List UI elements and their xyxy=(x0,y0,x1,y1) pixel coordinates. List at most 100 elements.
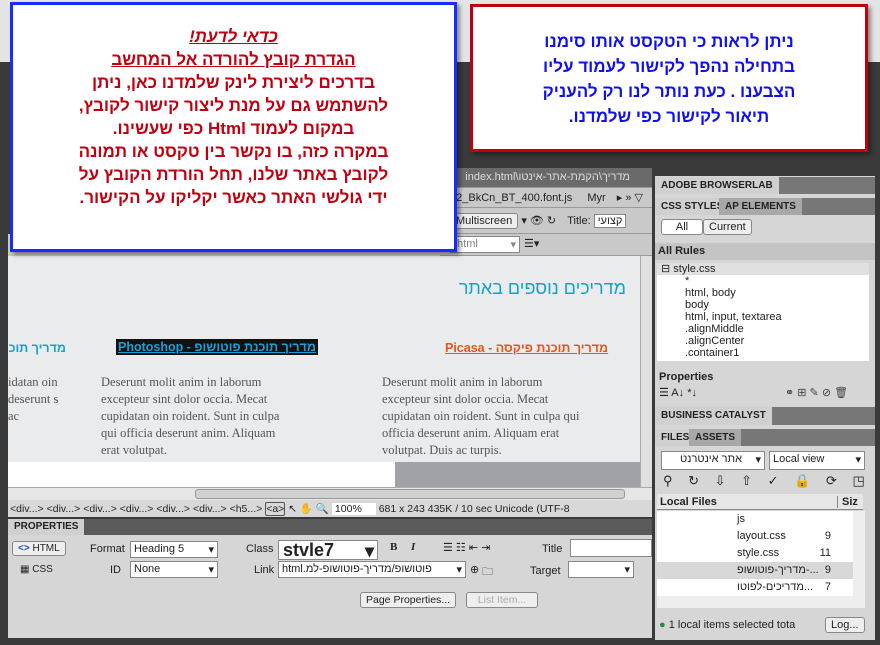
italic-button[interactable]: I xyxy=(411,541,415,553)
tag-selector-active[interactable]: <a> xyxy=(265,502,286,516)
design-view[interactable]: מדריכים נוספים באתר מדריך תוכנת פיקסה - … xyxy=(8,256,640,462)
paragraph: Deserunt molit anim in laborum excepteur… xyxy=(382,375,580,457)
rule-item[interactable]: .container1 xyxy=(657,347,869,359)
file-list[interactable]: js layout.css 9 style.css 11 מדריך-פוטושופ… xyxy=(657,511,853,596)
photoshop-link-selected[interactable]: מדריך תוכנת פוטושופ - Photoshop xyxy=(116,339,318,355)
vertical-scrollbar[interactable] xyxy=(640,256,652,487)
status-text: 1 local items selected tota xyxy=(668,619,796,631)
stylesheet-label: style.css xyxy=(673,263,716,275)
class-select[interactable]: stvle7 xyxy=(278,540,378,560)
rule-item[interactable]: body xyxy=(657,299,869,311)
document-tab[interactable]: מדריך\הקמת-אתר-אינטו\index.html xyxy=(440,168,652,188)
css-header: CSS STYLES AP ELEMENTS xyxy=(655,198,875,215)
properties-tab[interactable]: PROPERTIES xyxy=(8,519,85,535)
related-file[interactable]: 12_BkCn_BT_400.font.js xyxy=(450,192,572,204)
title-input[interactable]: קצועי xyxy=(593,214,627,228)
guide-link[interactable]: מדריך תוכנ xyxy=(8,341,66,355)
target-select[interactable] xyxy=(568,561,634,578)
format-select[interactable]: Heading 5 xyxy=(130,541,218,558)
html-button[interactable]: <> HTML xyxy=(12,541,66,556)
tag-selector[interactable]: <div...> xyxy=(47,503,81,515)
business-catalyst-header: BUSINESS CATALYST xyxy=(655,407,875,425)
site-select[interactable]: אתר אינטרנט xyxy=(661,451,765,470)
assets-tab[interactable]: ASSETS xyxy=(689,429,742,446)
tag-selector[interactable]: <div...> xyxy=(156,503,190,515)
sort-icons[interactable]: ☰ A↓ *↓ xyxy=(659,386,697,399)
files-status: ● 1 local items selected tota xyxy=(659,619,795,631)
explanation-line: הצבענו . כעת נותר לנו רק להעניק xyxy=(542,82,796,101)
file-row[interactable]: js xyxy=(657,511,853,528)
tag-selector[interactable]: <div...> xyxy=(120,503,154,515)
log-button[interactable]: Log... xyxy=(825,617,865,633)
stylesheet-node[interactable]: ⊟ style.css xyxy=(657,263,869,275)
tag-selector[interactable]: <div...> xyxy=(10,503,44,515)
multiscreen-button[interactable]: Multiscreen xyxy=(450,213,519,229)
horizontal-scrollbar[interactable] xyxy=(8,487,652,500)
tip-line: במקרה כזה, בו נקשר בין טקסט או תמונה xyxy=(78,142,389,161)
rule-action-icons[interactable]: ⚭ ⊞ ✎ ⊘ 🗑 xyxy=(785,386,848,399)
tag-selector[interactable]: <h5...> xyxy=(230,503,263,515)
window-size[interactable]: 681 x 243 xyxy=(379,503,425,515)
browse-folder-icon[interactable]: 🗀 xyxy=(482,563,493,582)
files-scrollbar[interactable] xyxy=(853,511,865,596)
explanation-line: בתחילה נהפך לקישור לעמוד עליו xyxy=(543,57,795,76)
all-rules-header: All Rules xyxy=(655,243,875,260)
file-size: 11 xyxy=(819,547,831,559)
rule-item[interactable]: html, body xyxy=(657,287,869,299)
file-row[interactable]: layout.css 9 xyxy=(657,528,853,545)
browserlab-header: ADOBE BROWSERLAB xyxy=(655,177,875,194)
file-name: style.css xyxy=(737,547,780,559)
tip-line: במקום לעמוד Html כפי שעשינו. xyxy=(112,119,355,138)
file-row[interactable]: style.css 11 xyxy=(657,545,853,562)
css-button[interactable]: ▦ CSS xyxy=(20,564,53,575)
zoom-select[interactable]: 100% xyxy=(331,503,376,515)
explanation-line: ניתן לראות כי הטקסט אותו סימנו xyxy=(544,32,794,51)
rules-tree[interactable]: ⊟ style.css * html, body body html, inpu… xyxy=(657,263,869,361)
options-icon[interactable]: ☰▾ xyxy=(524,237,539,250)
related-files-bar: 12_BkCn_BT_400.font.js Myr ▸ » ▽ xyxy=(440,188,652,208)
tip-line: ידי גולשי האתר כאשר יקליקו על הקישור. xyxy=(79,188,388,207)
local-files-header[interactable]: Local Files Siz xyxy=(657,494,863,510)
rule-item[interactable]: * xyxy=(657,275,869,287)
files-hscrollbar[interactable] xyxy=(657,596,865,608)
preview-icon[interactable]: ▾ 👁 ↻ xyxy=(521,215,556,227)
tip-line: להשתמש גם על מנת ליצור קישור לקובץ, xyxy=(78,96,389,115)
browserlab-tab[interactable]: ADOBE BROWSERLAB xyxy=(655,177,779,194)
file-select[interactable]: .html xyxy=(450,236,520,253)
file-size: 9 xyxy=(824,564,831,576)
bold-button[interactable]: B xyxy=(390,541,397,553)
link-field[interactable]: פוטושופ/מדריך-פוטושופ-למ.html xyxy=(278,561,466,578)
page-properties-button[interactable]: Page Properties... xyxy=(360,592,457,608)
picasa-link[interactable]: מדריך תוכנת פיקסה - Picasa xyxy=(445,341,608,355)
id-label: ID xyxy=(110,564,121,576)
list-indent-icons[interactable]: ☰ ☷ ⇤ ⇥ xyxy=(443,541,490,554)
tag-selector[interactable]: <div...> xyxy=(83,503,117,515)
point-to-file-icon[interactable]: ⊕ xyxy=(470,563,479,576)
explanation-line: תיאור לקישור כפי שלמדנו. xyxy=(568,107,770,126)
business-catalyst-tab[interactable]: BUSINESS CATALYST xyxy=(655,407,772,425)
file-row[interactable]: מדריכים-לפוטו... 7 xyxy=(657,579,853,596)
rule-item[interactable]: .alignCenter xyxy=(657,335,869,347)
rule-item[interactable]: .alignMiddle xyxy=(657,323,869,335)
current-button[interactable]: Current xyxy=(703,219,752,235)
size-column[interactable]: Siz xyxy=(837,496,858,508)
rule-item[interactable]: html, input, textarea xyxy=(657,311,869,323)
tip-subtitle: הגדרת קובץ להורדה אל המחשב xyxy=(111,50,356,69)
files-toolbar-icons[interactable]: ⚲ ↻ ⇩ ⇧ ✓ 🔒 ⟳ ◳ xyxy=(663,473,871,489)
more-icon[interactable]: ▸ » ▽ xyxy=(617,192,643,204)
scroll-thumb[interactable] xyxy=(195,489,625,499)
id-select[interactable]: None xyxy=(130,561,218,578)
encoding: Unicode (UTF-8 xyxy=(494,503,570,515)
list-item-button[interactable]: List Item... xyxy=(466,592,538,608)
file-size: 9 xyxy=(824,530,831,542)
all-button[interactable]: All xyxy=(661,219,703,235)
paragraph: idatan oin deserunt s ac xyxy=(8,375,59,423)
tag-selector[interactable]: <div...> xyxy=(193,503,227,515)
title-field[interactable] xyxy=(570,539,652,557)
view-select[interactable]: Local view xyxy=(769,451,865,470)
related-file[interactable]: Myr xyxy=(587,192,605,204)
select-tool-icon[interactable]: ↖ ✋ 🔍 xyxy=(288,503,329,515)
file-row-selected[interactable]: מדריך-פוטושופ-... 9 xyxy=(657,562,853,579)
properties-panel: <> HTML ▦ CSS Format Heading 5 ID None C… xyxy=(8,535,652,638)
ap-elements-tab[interactable]: AP ELEMENTS xyxy=(719,198,802,215)
